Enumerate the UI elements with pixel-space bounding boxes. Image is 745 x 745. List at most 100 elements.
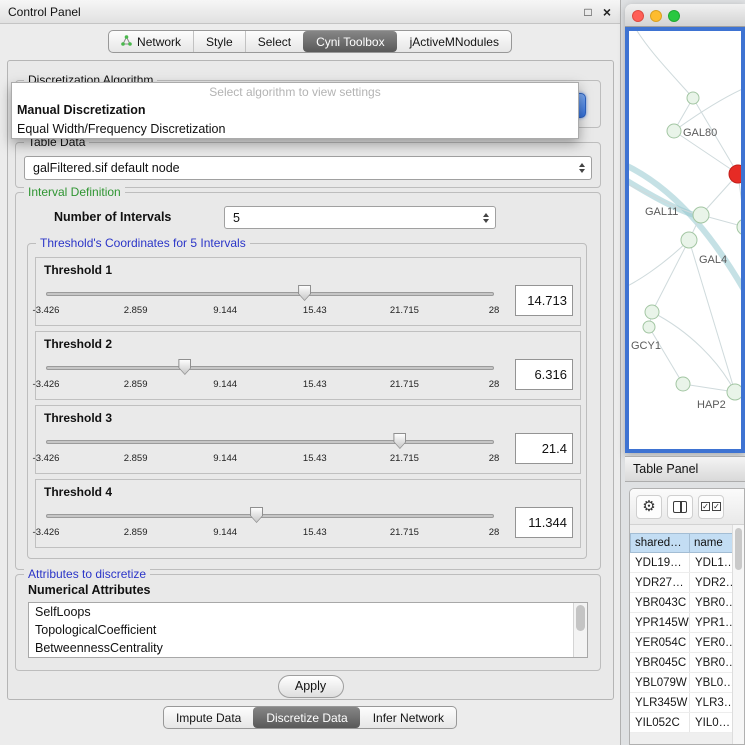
- tab-style[interactable]: Style: [193, 31, 245, 52]
- mac-close-button[interactable]: [632, 10, 644, 22]
- network-node[interactable]: [727, 384, 741, 400]
- table-row[interactable]: YDR27…YDR2…: [630, 573, 744, 593]
- network-node[interactable]: [681, 232, 697, 248]
- tick-label: 9.144: [213, 527, 237, 538]
- tab-cyni-toolbox[interactable]: Cyni Toolbox: [303, 31, 396, 52]
- attribute-item-selfloops[interactable]: SelfLoops: [29, 603, 587, 621]
- list-scrollbar[interactable]: [573, 603, 587, 657]
- slider-thumb[interactable]: [250, 507, 263, 523]
- algorithm-option-equal-width[interactable]: Equal Width/Frequency Discretization: [12, 120, 578, 139]
- table-row[interactable]: YDL19…YDL1…: [630, 553, 744, 573]
- float-window-icon[interactable]: □: [580, 0, 596, 24]
- table-row[interactable]: YIL052CYIL0…: [630, 713, 744, 733]
- threshold-slider[interactable]: [46, 358, 494, 376]
- table-row[interactable]: YBR043CYBR0…: [630, 593, 744, 613]
- table-panel-header: Table Panel: [625, 456, 745, 482]
- algorithm-option-manual[interactable]: Manual Discretization: [12, 101, 578, 120]
- close-window-icon[interactable]: ×: [599, 0, 615, 24]
- slider-thumb[interactable]: [178, 359, 191, 375]
- slider-track[interactable]: [46, 292, 494, 296]
- network-canvas[interactable]: GAL80GAL11GAL4GCY1HAP2: [629, 31, 741, 449]
- tab-network[interactable]: Network: [109, 31, 193, 52]
- checkbox-icon: ✓: [701, 502, 710, 511]
- network-node[interactable]: [737, 219, 741, 235]
- mac-zoom-button[interactable]: [668, 10, 680, 22]
- number-of-intervals-combo[interactable]: 5: [224, 206, 496, 229]
- threshold-value-field[interactable]: 6.316: [515, 359, 573, 390]
- number-of-intervals-value: 5: [233, 207, 240, 228]
- numerical-attributes-list[interactable]: SelfLoopsTopologicalCoefficientBetweenne…: [28, 602, 588, 658]
- tick-label: -3.426: [33, 379, 60, 390]
- threshold-value-field[interactable]: 11.344: [515, 507, 573, 538]
- tab-jactivemnodules[interactable]: jActiveMNodules: [397, 31, 511, 52]
- tick-label: 9.144: [213, 379, 237, 390]
- gear-icon: ⚙: [642, 499, 655, 514]
- tab-discretize-data[interactable]: Discretize Data: [253, 707, 359, 728]
- network-graph: GAL80GAL11GAL4GCY1HAP2: [629, 31, 741, 449]
- slider-tick-labels: -3.4262.8599.14415.4321.71528: [46, 379, 494, 391]
- network-view-window: GAL80GAL11GAL4GCY1HAP2: [625, 4, 745, 453]
- table-scrollbar-thumb[interactable]: [735, 528, 742, 570]
- thresholds-group: Threshold's Coordinates for 5 Intervals …: [27, 243, 587, 559]
- network-node[interactable]: [645, 305, 659, 319]
- tick-label: 28: [489, 453, 500, 464]
- combo-stepper-icon: [483, 213, 489, 223]
- slider-track[interactable]: [46, 366, 494, 370]
- network-node[interactable]: [643, 321, 655, 333]
- slider-tick-labels: -3.4262.8599.14415.4321.71528: [46, 527, 494, 539]
- network-edge: [652, 240, 689, 312]
- tab-infer-network[interactable]: Infer Network: [360, 707, 456, 728]
- table-row[interactable]: YPR145WYPR1…: [630, 613, 744, 633]
- cell-shared-name: YBL079W: [630, 673, 690, 692]
- slider-track[interactable]: [46, 440, 494, 444]
- column-header-shared-name[interactable]: shared…: [630, 533, 690, 553]
- table-row[interactable]: YBR045CYBR0…: [630, 653, 744, 673]
- bottom-tab-bar: Impute DataDiscretize DataInfer Network: [163, 706, 457, 729]
- cell-shared-name: YIL052C: [630, 713, 690, 732]
- slider-thumb[interactable]: [393, 433, 406, 449]
- tab-impute-data[interactable]: Impute Data: [164, 707, 253, 728]
- network-node[interactable]: [676, 377, 690, 391]
- network-node-selected[interactable]: [729, 165, 741, 183]
- network-node[interactable]: [687, 92, 699, 104]
- bottom-tab-row: Impute DataDiscretize DataInfer Network: [0, 706, 620, 729]
- tick-label: 15.43: [303, 527, 327, 538]
- tick-label: 9.144: [213, 305, 237, 316]
- tab-label: Cyni Toolbox: [316, 35, 384, 49]
- slider-track[interactable]: [46, 514, 494, 518]
- attributes-group-title: Attributes to discretize: [24, 567, 150, 581]
- attribute-item-betweennesscentrality[interactable]: BetweennessCentrality: [29, 639, 587, 657]
- list-scrollbar-thumb[interactable]: [576, 605, 585, 631]
- table-row[interactable]: YBL079WYBL0…: [630, 673, 744, 693]
- tick-label: -3.426: [33, 527, 60, 538]
- apply-button[interactable]: Apply: [278, 675, 344, 698]
- table-row[interactable]: YER054CYER0…: [630, 633, 744, 653]
- mac-minimize-button[interactable]: [650, 10, 662, 22]
- combo-stepper-icon: [579, 163, 585, 173]
- threshold-label: Threshold 4: [44, 485, 112, 499]
- algorithm-prompt: Select algorithm to view settings: [12, 83, 578, 101]
- number-of-intervals-label: Number of Intervals: [54, 210, 171, 224]
- slider-thumb[interactable]: [298, 285, 311, 301]
- column-layout-button[interactable]: [667, 495, 693, 519]
- table-scrollbar[interactable]: [732, 525, 744, 744]
- tab-label: jActiveMNodules: [410, 35, 499, 49]
- network-node[interactable]: [667, 124, 681, 138]
- attribute-item-topologicalcoefficient[interactable]: TopologicalCoefficient: [29, 621, 587, 639]
- select-columns-button[interactable]: ✓ ✓: [698, 495, 724, 519]
- cell-shared-name: YER054C: [630, 633, 690, 652]
- table-panel-window: ⚙ ✓ ✓ shared… name YDL19…YDL1…YDR27…YDR2…: [629, 488, 745, 745]
- table-row[interactable]: YLR345WYLR3…: [630, 693, 744, 713]
- threshold-slider[interactable]: [46, 284, 494, 302]
- threshold-slider[interactable]: [46, 432, 494, 450]
- threshold-value-field[interactable]: 14.713: [515, 285, 573, 316]
- network-node[interactable]: [693, 207, 709, 223]
- threshold-value-field[interactable]: 21.4: [515, 433, 573, 464]
- tick-label: 28: [489, 379, 500, 390]
- threshold-slider[interactable]: [46, 506, 494, 524]
- table-data-combo[interactable]: galFiltered.sif default node: [24, 156, 592, 180]
- threshold-panel-2: Threshold 2-3.4262.8599.14415.4321.71528…: [35, 331, 581, 400]
- tab-select[interactable]: Select: [245, 31, 303, 52]
- table-settings-button[interactable]: ⚙: [636, 495, 662, 519]
- tab-label: Style: [206, 35, 233, 49]
